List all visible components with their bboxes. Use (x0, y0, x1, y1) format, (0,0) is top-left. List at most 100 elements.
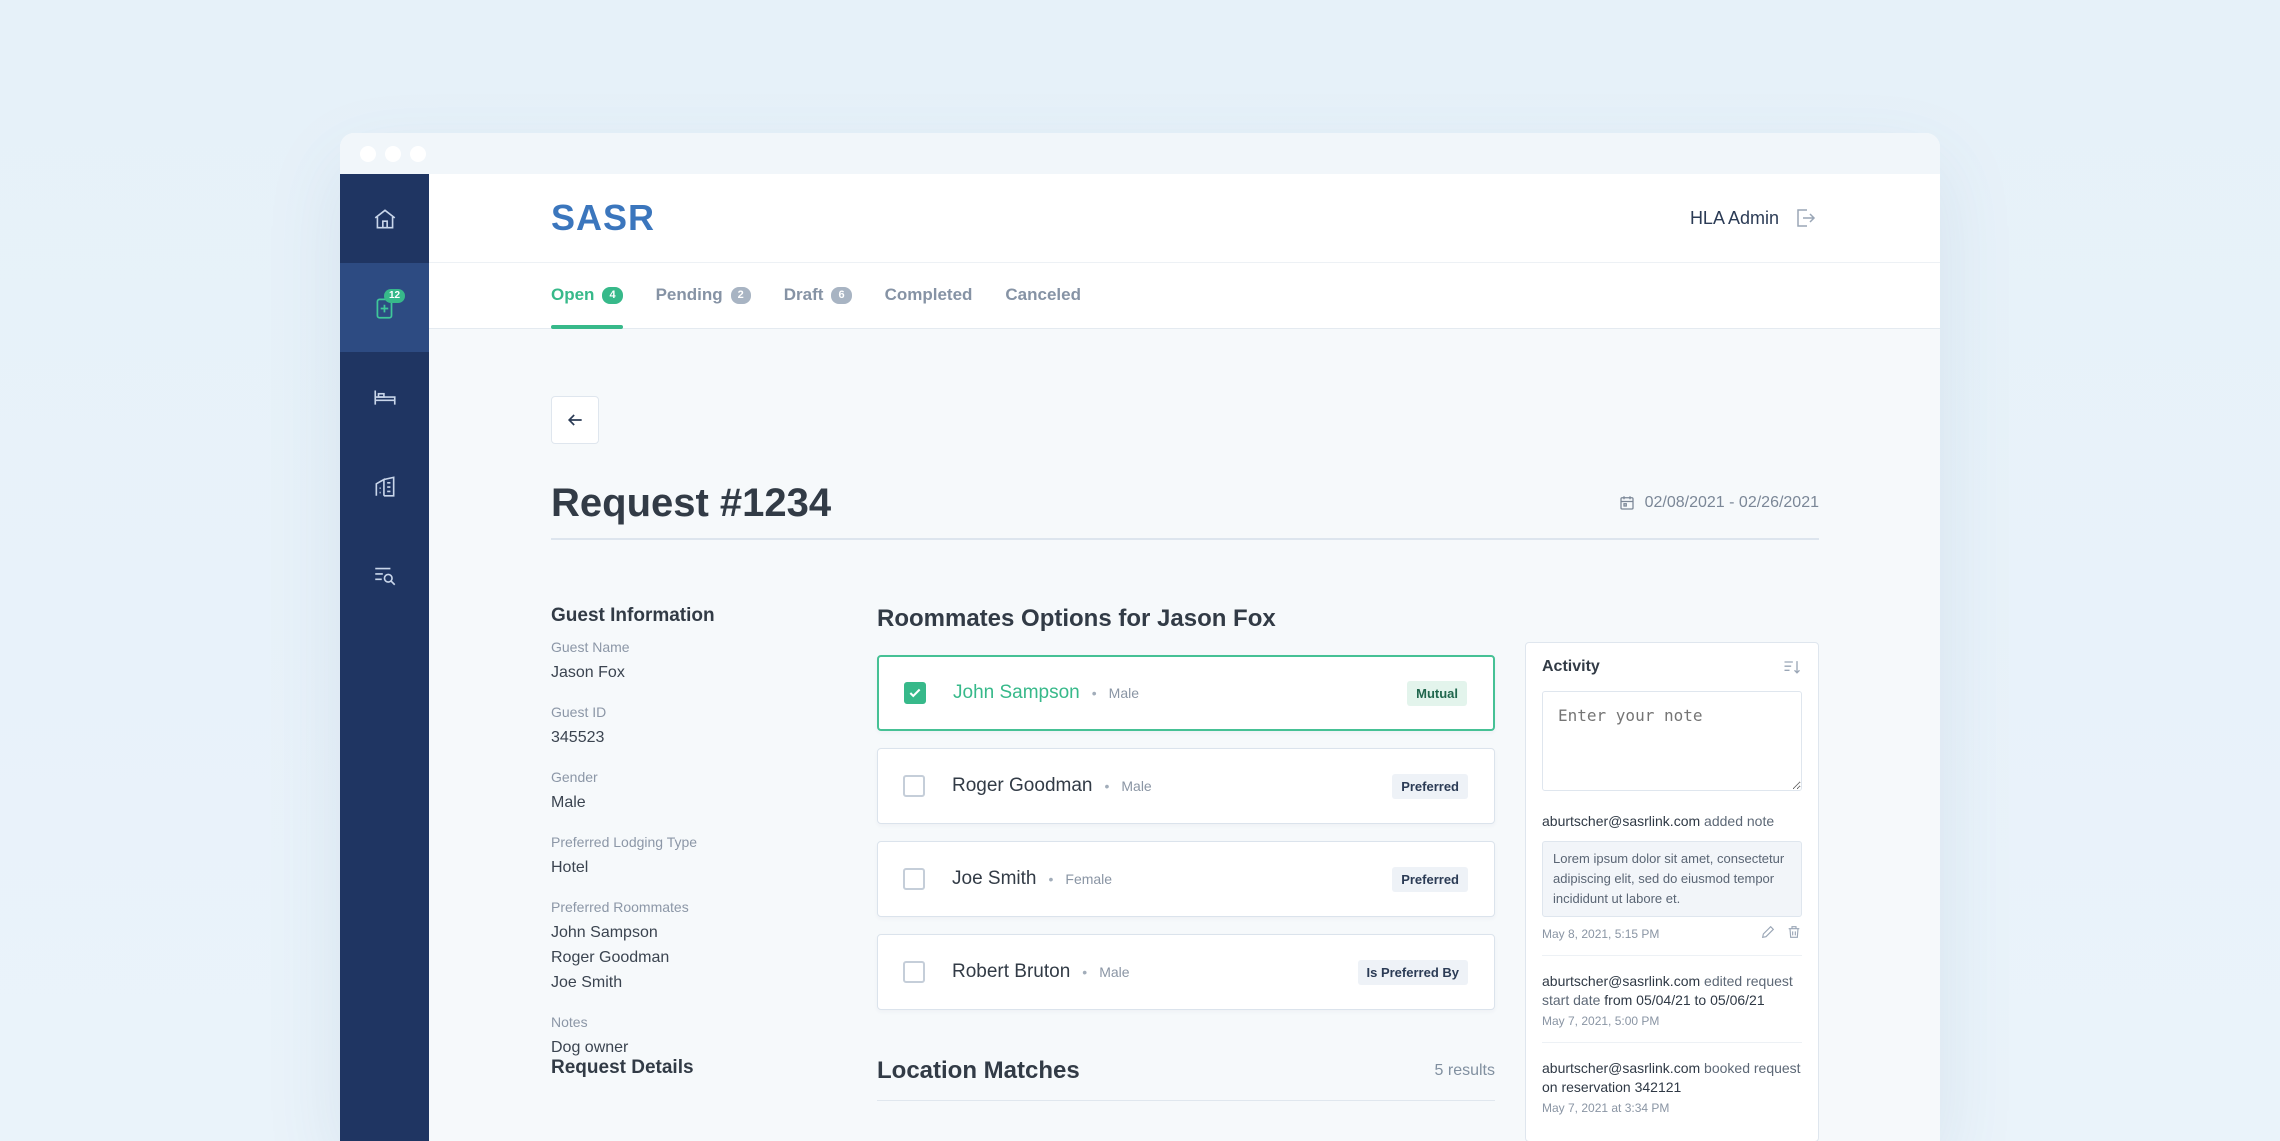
sort-icon[interactable] (1782, 657, 1802, 677)
guest-information: Guest Information Guest Name Jason Fox G… (551, 605, 851, 1079)
requests-badge: 12 (384, 289, 406, 303)
results-count: 5 results (1434, 1062, 1495, 1079)
activity-entry: aburtscher@sasrlink.com booked request o… (1542, 1043, 1802, 1129)
guest-name-field: Guest Name Jason Fox (551, 639, 851, 685)
sidebar-item-buildings[interactable] (340, 441, 429, 530)
logout-icon[interactable] (1793, 206, 1817, 230)
app-logo[interactable]: SASR (551, 197, 655, 239)
roommate-checkbox[interactable] (903, 868, 925, 890)
roommate-name: John Sampson (953, 682, 1080, 703)
activity-user[interactable]: aburtscher@sasrlink.com (1542, 813, 1700, 829)
tab-count: 6 (831, 286, 852, 304)
match-type-badge: Is Preferred By (1357, 959, 1468, 985)
tab-draft[interactable]: Draft 6 (784, 262, 852, 328)
tab-label: Completed (884, 285, 973, 304)
roommate-option[interactable]: Roger Goodman • Male Preferred (877, 748, 1495, 824)
field-label: Gender (551, 769, 598, 785)
top-header: SASR HLA Admin (429, 174, 1940, 263)
calendar-icon (1619, 496, 1634, 510)
sidebar-item-lodging[interactable] (340, 352, 429, 441)
field-label: Preferred Roommates (551, 899, 689, 915)
roommate-option[interactable]: Joe Smith • Female Preferred (877, 841, 1495, 917)
date-range: 02/08/2021 - 02/26/2021 (1618, 494, 1819, 512)
note-input[interactable] (1542, 691, 1802, 791)
field-value: Joe Smith (551, 974, 623, 991)
roommate-option[interactable]: John Sampson • Male Mutual (877, 655, 1495, 731)
tab-pending[interactable]: Pending 2 (656, 262, 751, 328)
window-minimize-dot[interactable] (385, 145, 401, 162)
tab-count: 4 (602, 286, 623, 304)
app-window: 12 SASR HLA Admin Open 4 Pending 2 Draft… (340, 133, 1940, 1141)
field-label: Guest Name (551, 639, 630, 655)
tab-label: Pending (655, 285, 723, 304)
field-value: 345523 (551, 729, 605, 746)
activity-time: May 7, 2021 at 3:34 PM (1542, 1101, 1670, 1115)
field-label: Preferred Lodging Type (551, 834, 698, 850)
tab-count: 2 (730, 286, 751, 304)
separator-dot: • (1048, 871, 1054, 887)
activity-action: added note (1700, 813, 1775, 829)
guest-info-heading: Guest Information (551, 605, 715, 626)
roommate-checkbox[interactable] (904, 682, 926, 704)
activity-text: aburtscher@sasrlink.com edited request s… (1542, 972, 1802, 1010)
sidebar-item-search[interactable] (340, 530, 429, 619)
separator-dot: • (1091, 685, 1097, 701)
tab-open[interactable]: Open 4 (551, 262, 623, 329)
match-type-badge: Preferred (1392, 773, 1468, 799)
sidebar: 12 (340, 174, 429, 1141)
user-menu[interactable]: HLA Admin (1690, 206, 1817, 230)
roommate-options: Roommates Options for Jason Fox John Sam… (877, 605, 1495, 1027)
field-label: Guest ID (551, 704, 607, 720)
match-type-badge: Preferred (1392, 866, 1468, 892)
roommate-option[interactable]: Robert Bruton • Male Is Preferred By (877, 934, 1495, 1010)
activity-text: aburtscher@sasrlink.com added note (1542, 812, 1802, 831)
field-value: Hotel (551, 859, 589, 876)
activity-user[interactable]: aburtscher@sasrlink.com (1542, 973, 1700, 989)
window-close-dot[interactable] (360, 145, 376, 162)
location-matches-divider (877, 1100, 1495, 1101)
home-icon (374, 208, 395, 228)
field-value: Male (551, 794, 586, 811)
page-title: Request #1234 (551, 481, 832, 525)
status-tabs: Open 4 Pending 2 Draft 6 Completed Cance… (429, 263, 1940, 329)
edit-icon[interactable] (1760, 924, 1776, 940)
roommate-checkbox[interactable] (903, 775, 925, 797)
roommate-checkbox[interactable] (903, 961, 925, 983)
match-type-badge: Mutual (1407, 680, 1467, 706)
bed-icon (373, 390, 396, 405)
roommate-gender: Male (1099, 964, 1130, 980)
activity-meta: May 8, 2021, 5:15 PM (1542, 923, 1802, 941)
tab-canceled[interactable]: Canceled (1005, 262, 1081, 328)
sidebar-item-requests[interactable]: 12 (340, 263, 429, 352)
date-range-text: 02/08/2021 - 02/26/2021 (1644, 494, 1819, 511)
separator-dot: • (1082, 964, 1088, 980)
activity-time: May 7, 2021, 5:00 PM (1542, 1014, 1660, 1028)
location-matches-title: Location Matches (877, 1057, 1080, 1084)
roommate-options-title: Roommates Options for Jason Fox (877, 605, 1276, 632)
tab-completed[interactable]: Completed (885, 262, 973, 328)
activity-detail: on reservation 342121 (1542, 1079, 1682, 1095)
roommate-gender: Male (1108, 685, 1140, 701)
separator-dot: • (1104, 778, 1110, 794)
lodging-type-field: Preferred Lodging Type Hotel (551, 834, 851, 880)
activity-title: Activity (1542, 658, 1600, 675)
location-matches-header: Location Matches 5 results (877, 1057, 1495, 1085)
roommate-name: Joe Smith (952, 868, 1037, 889)
roommate-name: Robert Bruton (952, 961, 1071, 982)
sidebar-item-home[interactable] (340, 174, 429, 263)
arrow-left-icon (567, 414, 582, 426)
roommate-gender: Female (1065, 871, 1113, 887)
activity-user[interactable]: aburtscher@sasrlink.com (1542, 1060, 1700, 1076)
roommate-gender: Male (1121, 778, 1152, 794)
activity-time: May 8, 2021, 5:15 PM (1542, 927, 1660, 941)
tab-label: Draft (783, 285, 824, 304)
field-label: Notes (551, 1014, 588, 1030)
window-maximize-dot[interactable] (410, 145, 426, 162)
note-actions (1760, 924, 1802, 940)
activity-note-text: Lorem ipsum dolor sit amet, consectetur … (1542, 841, 1802, 917)
roommate-name: Roger Goodman (952, 775, 1093, 796)
field-value: Jason Fox (551, 664, 625, 681)
trash-icon[interactable] (1786, 924, 1802, 940)
activity-entry: aburtscher@sasrlink.com added note Lorem… (1542, 796, 1802, 956)
back-button[interactable] (551, 396, 599, 444)
